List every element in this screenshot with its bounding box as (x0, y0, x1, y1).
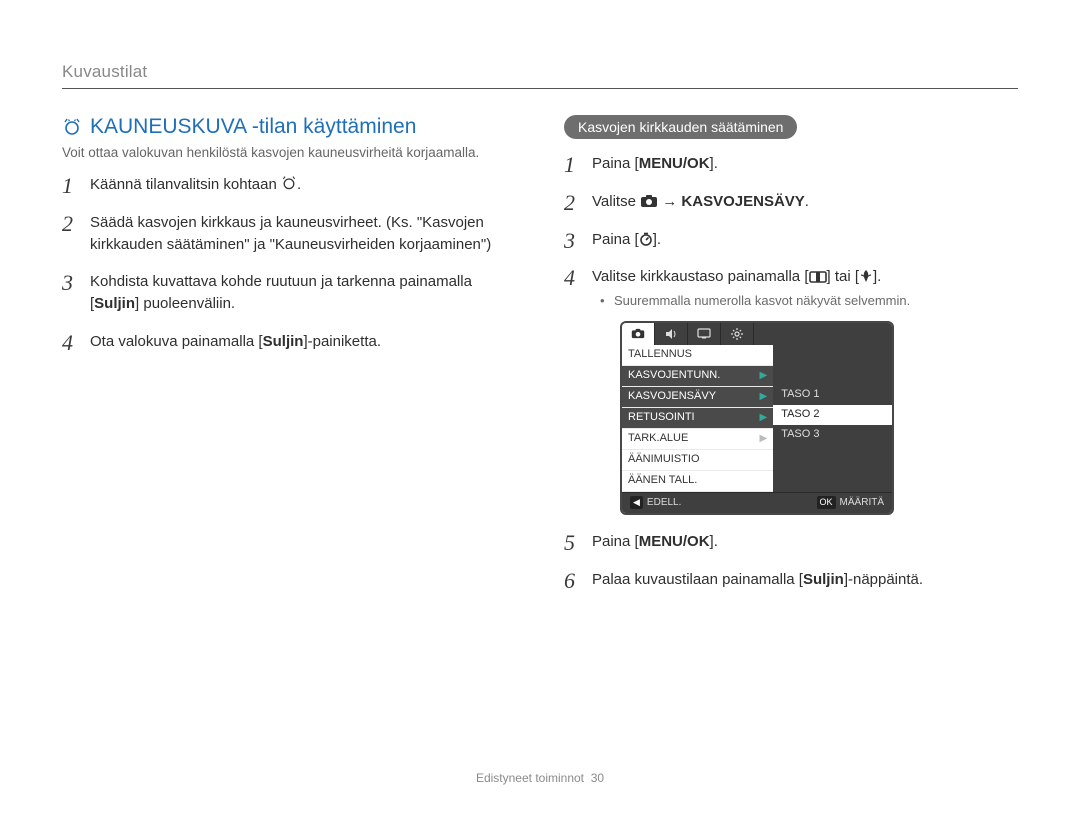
step-text: → (658, 193, 681, 210)
cam-tab-display-icon (688, 323, 721, 345)
right-step-5: Paina [MENU/OK]. (564, 531, 1018, 553)
cam-menu-item: ÄÄNIMUISTIO (622, 450, 773, 471)
left-step-list: Käännä tilanvalitsin kohtaan . Säädä kas… (62, 174, 516, 353)
step-note: Suuremmalla numerolla kasvot näkyvät sel… (592, 292, 1018, 311)
right-step-4: Valitse kirkkaustaso painamalla [ ] tai [… (564, 266, 1018, 515)
menu-ok-label: MENU/OK (639, 533, 710, 550)
intro-text: Voit ottaa valokuvan henkilöstä kasvojen… (62, 145, 516, 160)
cam-level-item: TASO 3 (773, 425, 892, 445)
cam-tab-sound-icon (655, 323, 688, 345)
step-text: Ota valokuva painamalla [ (90, 333, 263, 350)
two-column-layout: KAUNEUSKUVA -tilan käyttäminen Voit otta… (62, 115, 1018, 606)
back-label: EDELL. (647, 497, 681, 508)
right-step-3: Paina []. (564, 229, 1018, 251)
footer-label: Edistyneet toiminnot (476, 771, 584, 785)
chevron-right-icon: ▶ (759, 432, 767, 447)
cam-menu-label: TALLENNUS (628, 347, 692, 363)
right-step-list: Paina [MENU/OK]. Valitse → KASVOJENSÄVY.… (564, 153, 1018, 590)
right-step-2: Valitse → KASVOJENSÄVY. (564, 191, 1018, 213)
chevron-right-icon: ▶ (759, 390, 767, 405)
left-step-1: Käännä tilanvalitsin kohtaan . (62, 174, 516, 196)
macro-icon (859, 269, 873, 283)
shutter-label: Suljin (803, 571, 844, 588)
heading-text: KAUNEUSKUVA -tilan käyttäminen (90, 115, 416, 139)
cam-menu-item: ÄÄNEN TALL. (622, 471, 773, 492)
cam-level-item-selected: TASO 2 (773, 405, 892, 425)
step-text: Paina [ (592, 155, 639, 172)
cam-menu-item: TARK.ALUE ▶ (622, 429, 773, 450)
back-key-icon: ◀ (630, 496, 643, 509)
left-step-2: Säädä kasvojen kirkkaus ja kauneusvirhee… (62, 212, 516, 256)
cam-menu-item: KASVOJENTUNN. ▶ (622, 366, 773, 387)
menu-ok-label: MENU/OK (639, 155, 710, 172)
camera-icon (640, 194, 658, 208)
cam-menu-item: KASVOJENSÄVY ▶ (622, 387, 773, 408)
right-step-1: Paina [MENU/OK]. (564, 153, 1018, 175)
step-text: Säädä kasvojen kirkkaus ja kauneusvirhee… (90, 214, 491, 253)
ok-key-icon: OK (817, 496, 836, 509)
step-text: Valitse kirkkaustaso painamalla [ (592, 268, 809, 285)
camera-menu-screenshot: TALLENNUS KASVOJENTUNN. ▶ KASVOJENSÄVY ▶ R… (620, 321, 894, 515)
step-text: . (297, 176, 301, 193)
cam-menu-label: ÄÄNIMUISTIO (628, 452, 700, 468)
step-text: ] puoleenväliin. (135, 295, 235, 312)
step-text: Palaa kuvaustilaan painamalla [ (592, 571, 803, 588)
cam-menu-item: TALLENNUS (622, 345, 773, 366)
step-text: ] tai [ (827, 268, 860, 285)
left-step-3: Kohdista kuvattava kohde ruutuun ja tark… (62, 271, 516, 315)
cam-menu-label: KASVOJENTUNN. (628, 368, 720, 384)
camera-menu-left-list: TALLENNUS KASVOJENTUNN. ▶ KASVOJENSÄVY ▶ R… (622, 345, 773, 492)
step-text: ]. (710, 533, 718, 550)
page-footer: Edistyneet toiminnot 30 (0, 771, 1080, 785)
camera-menu-tabs (622, 323, 892, 345)
right-column: Kasvojen kirkkauden säätäminen Paina [ME… (564, 115, 1018, 606)
left-step-4: Ota valokuva painamalla [Suljin]-painike… (62, 331, 516, 353)
camera-menu-footer: ◀ EDELL. OK MÄÄRITÄ (622, 492, 892, 513)
cam-menu-label: RETUSOINTI (628, 410, 695, 426)
step-text: Paina [ (592, 231, 639, 248)
step-text: ]. (653, 231, 661, 248)
beauty-mode-icon (281, 175, 297, 191)
display-icon (809, 271, 827, 283)
cam-level-item: TASO 1 (773, 385, 892, 405)
right-step-6: Palaa kuvaustilaan painamalla [Suljin]-n… (564, 569, 1018, 591)
step-text: Valitse (592, 193, 640, 210)
beauty-mode-icon (62, 117, 82, 137)
chevron-right-icon: ▶ (759, 411, 767, 426)
cam-tab-settings-icon (721, 323, 754, 345)
page-heading: KAUNEUSKUVA -tilan käyttäminen (62, 115, 516, 139)
left-column: KAUNEUSKUVA -tilan käyttäminen Voit otta… (62, 115, 516, 606)
section-label: Kuvaustilat (62, 62, 1018, 89)
step-text: ]-näppäintä. (844, 571, 923, 588)
shutter-label: Suljin (94, 295, 135, 312)
subsection-pill: Kasvojen kirkkauden säätäminen (564, 115, 797, 139)
chevron-right-icon: ▶ (759, 369, 767, 384)
camera-menu-right-list: TASO 1 TASO 2 TASO 3 (773, 345, 892, 492)
cam-menu-item: RETUSOINTI ▶ (622, 408, 773, 429)
cam-tab-camera-icon (622, 323, 655, 345)
shutter-label: Suljin (263, 333, 304, 350)
step-text: ]. (710, 155, 718, 172)
cam-menu-label: KASVOJENSÄVY (628, 389, 716, 405)
step-text: Käännä tilanvalitsin kohtaan (90, 176, 281, 193)
face-tone-label: KASVOJENSÄVY (681, 193, 804, 210)
footer-page-number: 30 (591, 771, 604, 785)
step-text: . (805, 193, 809, 210)
timer-icon (639, 232, 653, 246)
cam-menu-label: ÄÄNEN TALL. (628, 473, 697, 489)
step-text: ]-painiketta. (303, 333, 381, 350)
cam-menu-label: TARK.ALUE (628, 431, 688, 447)
step-text: ]. (873, 268, 881, 285)
step-text: Paina [ (592, 533, 639, 550)
set-label: MÄÄRITÄ (840, 497, 884, 508)
